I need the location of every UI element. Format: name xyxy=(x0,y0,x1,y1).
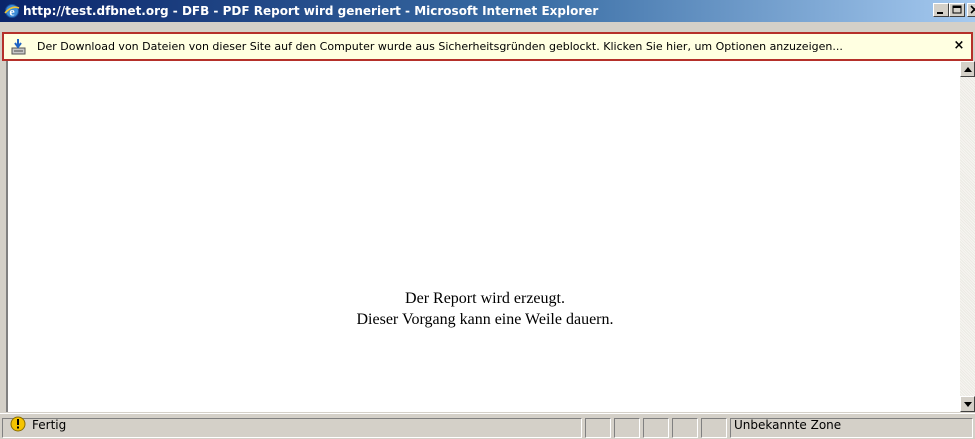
arrow-down-icon xyxy=(964,402,972,407)
information-bar-close-icon[interactable]: × xyxy=(952,38,966,54)
title-bar[interactable]: e http://test.dfbnet.org - DFB - PDF Rep… xyxy=(0,0,975,22)
arrow-up-icon xyxy=(964,67,972,72)
download-blocked-icon xyxy=(10,38,28,56)
maximize-button[interactable] xyxy=(949,3,965,17)
browser-window: e http://test.dfbnet.org - DFB - PDF Rep… xyxy=(0,0,975,439)
status-panel xyxy=(643,418,669,438)
warning-shield-icon xyxy=(10,416,26,432)
information-bar-text[interactable]: Der Download von Dateien von dieser Site… xyxy=(37,39,843,54)
maximize-icon xyxy=(952,5,962,14)
minimize-icon xyxy=(937,12,943,14)
minimize-button[interactable] xyxy=(933,3,949,17)
status-panel xyxy=(614,418,640,438)
close-icon xyxy=(970,5,975,14)
vertical-scrollbar[interactable] xyxy=(960,61,975,412)
status-panel-main xyxy=(2,418,582,438)
page-content: Der Report wird erzeugt. Dieser Vorgang … xyxy=(6,61,962,412)
ie-icon: e xyxy=(4,3,20,19)
window-title: http://test.dfbnet.org - DFB - PDF Repor… xyxy=(23,4,599,18)
scroll-down-button[interactable] xyxy=(960,396,975,412)
status-panel xyxy=(701,418,727,438)
report-message-line-1: Der Report wird erzeugt. xyxy=(405,290,565,307)
information-bar[interactable]: Der Download von Dateien von dieser Site… xyxy=(2,32,973,61)
status-panel xyxy=(672,418,698,438)
report-message: Der Report wird erzeugt. Dieser Vorgang … xyxy=(8,288,962,330)
security-zone-text: Unbekannte Zone xyxy=(734,418,842,432)
status-panel xyxy=(585,418,611,438)
scroll-up-button[interactable] xyxy=(960,61,975,77)
status-text: Fertig xyxy=(32,418,67,432)
report-message-line-2: Dieser Vorgang kann eine Weile dauern. xyxy=(356,311,614,328)
close-button[interactable] xyxy=(967,3,975,17)
